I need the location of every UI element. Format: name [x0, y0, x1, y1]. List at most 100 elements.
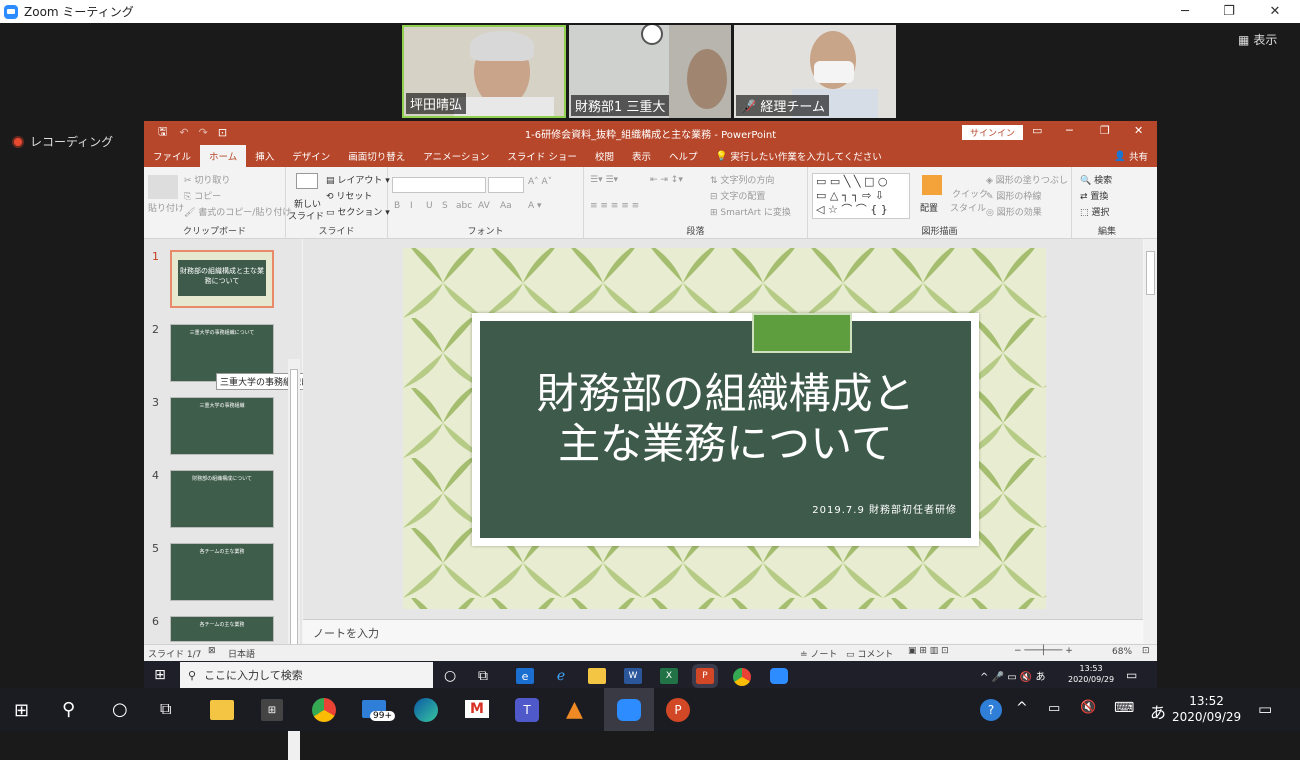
find-button[interactable]: 🔍 検索	[1080, 173, 1112, 186]
windows-start-icon[interactable]: ⊞	[152, 667, 168, 683]
task-view-icon[interactable]: ⧉	[160, 699, 171, 719]
slide-thumbnail-6[interactable]: 各チームの主な業務	[170, 616, 274, 642]
tray-chevron-icon[interactable]: ^	[1016, 700, 1028, 716]
tab-help[interactable]: ヘルプ	[660, 145, 707, 167]
ime-indicator[interactable]: あ	[1150, 699, 1166, 723]
shape-effects-button[interactable]: ◎ 図形の効果	[986, 205, 1042, 218]
word-icon[interactable]: W	[624, 668, 642, 684]
slide-thumbnail-3[interactable]: 三重大学の事務組織	[170, 397, 274, 455]
recording-indicator[interactable]: レコーディング	[12, 133, 113, 150]
section-button[interactable]: ▭ セクション ▾	[326, 205, 390, 218]
zoom-slider[interactable]: − ───┼─── +	[1014, 646, 1073, 656]
paste-button[interactable]: 貼り付け	[148, 201, 184, 214]
video-tile-2[interactable]: 財務部1 三重大	[569, 25, 731, 118]
text-direction-button[interactable]: ⇅ 文字列の方向	[710, 173, 774, 186]
chrome-icon[interactable]	[312, 698, 336, 722]
font-size-box[interactable]	[488, 177, 524, 193]
layout-button[interactable]: ▤ レイアウト ▾	[326, 173, 390, 186]
vlc-icon[interactable]: ▲	[566, 697, 583, 722]
italic-button[interactable]: I	[410, 201, 413, 211]
notification-icon[interactable]: ▭	[1126, 668, 1137, 682]
share-button[interactable]: 👤 共有	[1105, 145, 1157, 167]
strikethrough-button[interactable]: abc	[456, 201, 472, 211]
search-icon[interactable]: ⚲	[62, 699, 75, 720]
windows-start-icon[interactable]: ⊞	[14, 700, 29, 721]
slide-subtitle[interactable]: 2019.7.9 財務部初任者研修	[812, 501, 957, 516]
video-tile-3[interactable]: 🎤̸ 経理チーム	[734, 25, 896, 118]
quick-styles-button[interactable]: クイック	[952, 187, 988, 200]
shape-fill-button[interactable]: ◈ 図形の塗りつぶし	[986, 173, 1068, 186]
help-icon[interactable]: ?	[980, 699, 1002, 721]
tab-review[interactable]: 校閲	[586, 145, 623, 167]
shapes-gallery[interactable]: ▭ ▭ ╲ ╲ □ ○ ▭ △ ┐ ┐ ⇨ ⇩ ◁ ☆ ⌒ ⌒ { }	[812, 173, 910, 219]
volume-muted-icon[interactable]: 🔇	[1080, 700, 1096, 715]
replace-button[interactable]: ⇄ 置換	[1080, 189, 1108, 202]
chrome-icon[interactable]	[733, 668, 751, 686]
ribbon-display-icon[interactable]: ▭	[1032, 124, 1042, 137]
tab-design[interactable]: デザイン	[283, 145, 339, 167]
underline-button[interactable]: U	[426, 201, 433, 211]
teams-icon[interactable]: T	[515, 698, 539, 722]
tray-icons[interactable]: ^ 🎤 ▭ 🔇 あ	[980, 668, 1045, 683]
tab-insert[interactable]: 挿入	[246, 145, 283, 167]
shadow-button[interactable]: S	[442, 201, 448, 211]
notes-button[interactable]: ≐ ノート	[800, 647, 837, 660]
arrange-icon[interactable]	[922, 175, 942, 195]
arrange-button[interactable]: 配置	[920, 201, 938, 214]
new-slide-icon[interactable]	[296, 173, 318, 189]
tab-home[interactable]: ホーム	[200, 145, 247, 167]
tab-file[interactable]: ファイル	[144, 145, 200, 167]
shared-search-box[interactable]: ⚲ ここに入力して検索	[180, 662, 433, 688]
current-slide[interactable]: 財務部の組織構成と 主な業務について 2019.7.9 財務部初任者研修	[403, 248, 1046, 609]
reset-button[interactable]: ⟲ リセット	[326, 189, 372, 202]
powerpoint-taskbar-icon[interactable]: P	[692, 664, 718, 688]
tab-transitions[interactable]: 画面切り替え	[339, 145, 414, 167]
cut-button[interactable]: ✂ 切り取り	[184, 173, 230, 186]
edge-legacy-icon[interactable]: e	[516, 668, 534, 684]
close-icon[interactable]: ✕	[1252, 0, 1298, 23]
pp-restore-icon[interactable]: ❐	[1100, 124, 1110, 137]
font-name-box[interactable]	[392, 177, 486, 193]
cortana-icon[interactable]: ○	[112, 699, 128, 720]
format-painter-button[interactable]: 🖌 書式のコピー/貼り付け	[184, 205, 291, 218]
restore-icon[interactable]: ❐	[1206, 0, 1252, 23]
slide-title[interactable]: 財務部の組織構成と 主な業務について	[480, 369, 971, 469]
store-icon[interactable]: ⊞	[261, 699, 283, 721]
char-spacing-button[interactable]: AV	[478, 201, 490, 211]
copy-button[interactable]: ⎘ コピー	[184, 189, 221, 202]
signin-button[interactable]: サインイン	[962, 125, 1024, 140]
paste-icon[interactable]	[148, 175, 178, 199]
action-center-icon[interactable]: ▭	[1258, 700, 1272, 718]
shape-outline-button[interactable]: ✎ 図形の枠線	[986, 189, 1041, 202]
system-clock[interactable]: 13:52 2020/09/29	[1172, 693, 1241, 725]
ie-icon[interactable]: ℯ	[552, 668, 570, 684]
tell-me-box[interactable]: 💡 実行したい作業を入力してください	[706, 145, 890, 167]
comments-button[interactable]: ▭ コメント	[846, 647, 893, 660]
gmail-icon[interactable]: M	[465, 700, 489, 718]
select-button[interactable]: ⬚ 選択	[1080, 205, 1109, 218]
keyboard-icon[interactable]: ⌨	[1114, 700, 1134, 716]
video-tile-1[interactable]: 坪田晴弘	[402, 25, 566, 118]
slide-scrollbar[interactable]	[1144, 239, 1157, 644]
file-explorer-icon[interactable]	[588, 668, 606, 684]
bullets-icon[interactable]: ☰▾ ☰▾	[590, 175, 618, 185]
battery-icon[interactable]: ▭	[1048, 701, 1060, 716]
change-case-button[interactable]: Aa	[500, 201, 512, 211]
task-view-icon[interactable]: ⧉	[478, 668, 488, 684]
smartart-button[interactable]: ⊞ SmartArt に変換	[710, 205, 791, 218]
view-button[interactable]: ▦ 表示	[1238, 31, 1277, 48]
normal-view-icon[interactable]: ▣ ⊞ ▥ ⊡	[908, 646, 949, 656]
file-explorer-icon[interactable]	[210, 700, 234, 720]
align-icons[interactable]: ≡ ≡ ≡ ≡ ≡	[590, 201, 639, 211]
bold-button[interactable]: B	[394, 201, 400, 211]
minimize-icon[interactable]: ─	[1162, 0, 1208, 23]
slide-thumbnail-5[interactable]: 各チームの主な業務	[170, 543, 274, 601]
slide-thumbnail-4[interactable]: 財務部の組織構成について	[170, 470, 274, 528]
accessibility-icon[interactable]: ⊠	[208, 646, 216, 656]
zoom-level[interactable]: 68%	[1112, 647, 1132, 657]
font-color-icon[interactable]: A ▾	[528, 201, 542, 211]
tab-view[interactable]: 表示	[623, 145, 660, 167]
cortana-icon[interactable]: ○	[444, 668, 456, 684]
zoom-taskbar-active[interactable]	[604, 688, 654, 731]
pp-close-icon[interactable]: ✕	[1134, 124, 1143, 137]
